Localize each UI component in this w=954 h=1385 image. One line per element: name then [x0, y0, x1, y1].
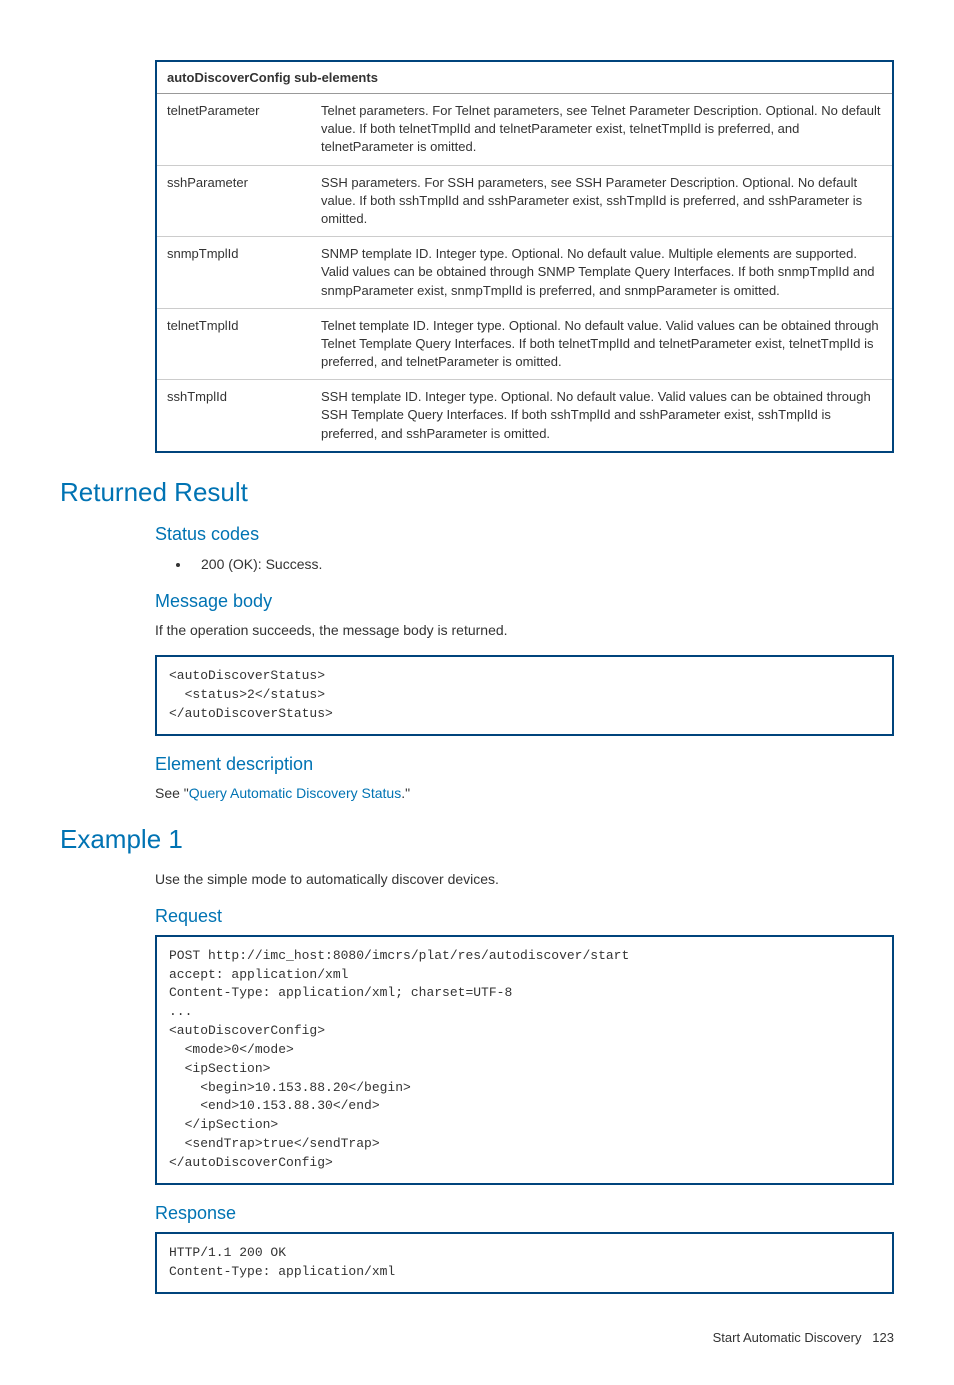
param-desc: Telnet parameters. For Telnet parameters… — [311, 94, 893, 166]
table-row: telnetParameter Telnet parameters. For T… — [156, 94, 893, 166]
status-codes-list: 200 (OK): Success. — [155, 553, 894, 575]
table-row: sshTmplId SSH template ID. Integer type.… — [156, 380, 893, 452]
heading-response: Response — [155, 1203, 894, 1224]
footer-title: Start Automatic Discovery — [713, 1330, 862, 1345]
element-description-text: See "Query Automatic Discovery Status." — [155, 783, 894, 804]
page-number: 123 — [872, 1330, 894, 1345]
heading-message-body: Message body — [155, 591, 894, 612]
table-row: telnetTmplId Telnet template ID. Integer… — [156, 308, 893, 380]
link-query-auto-discovery[interactable]: Query Automatic Discovery Status — [189, 785, 401, 801]
code-response: HTTP/1.1 200 OK Content-Type: applicatio… — [155, 1232, 894, 1294]
param-name: sshTmplId — [156, 380, 311, 452]
param-desc: SNMP template ID. Integer type. Optional… — [311, 237, 893, 309]
code-request: POST http://imc_host:8080/imcrs/plat/res… — [155, 935, 894, 1185]
page-footer: Start Automatic Discovery 123 — [60, 1330, 894, 1345]
param-desc: Telnet template ID. Integer type. Option… — [311, 308, 893, 380]
table-row: sshParameter SSH parameters. For SSH par… — [156, 165, 893, 237]
heading-returned-result: Returned Result — [60, 477, 894, 508]
table-header: autoDiscoverConfig sub-elements — [156, 61, 893, 94]
param-desc: SSH parameters. For SSH parameters, see … — [311, 165, 893, 237]
heading-request: Request — [155, 906, 894, 927]
param-name: snmpTmplId — [156, 237, 311, 309]
status-code-item: 200 (OK): Success. — [191, 553, 894, 575]
sub-elements-table: autoDiscoverConfig sub-elements telnetPa… — [155, 60, 894, 453]
table-row: snmpTmplId SNMP template ID. Integer typ… — [156, 237, 893, 309]
param-desc: SSH template ID. Integer type. Optional.… — [311, 380, 893, 452]
code-message-body: <autoDiscoverStatus> <status>2</status> … — [155, 655, 894, 736]
heading-status-codes: Status codes — [155, 524, 894, 545]
heading-example-1: Example 1 — [60, 824, 894, 855]
param-name: sshParameter — [156, 165, 311, 237]
heading-element-description: Element description — [155, 754, 894, 775]
message-body-text: If the operation succeeds, the message b… — [155, 620, 894, 641]
example-1-text: Use the simple mode to automatically dis… — [155, 869, 894, 890]
param-name: telnetTmplId — [156, 308, 311, 380]
param-name: telnetParameter — [156, 94, 311, 166]
